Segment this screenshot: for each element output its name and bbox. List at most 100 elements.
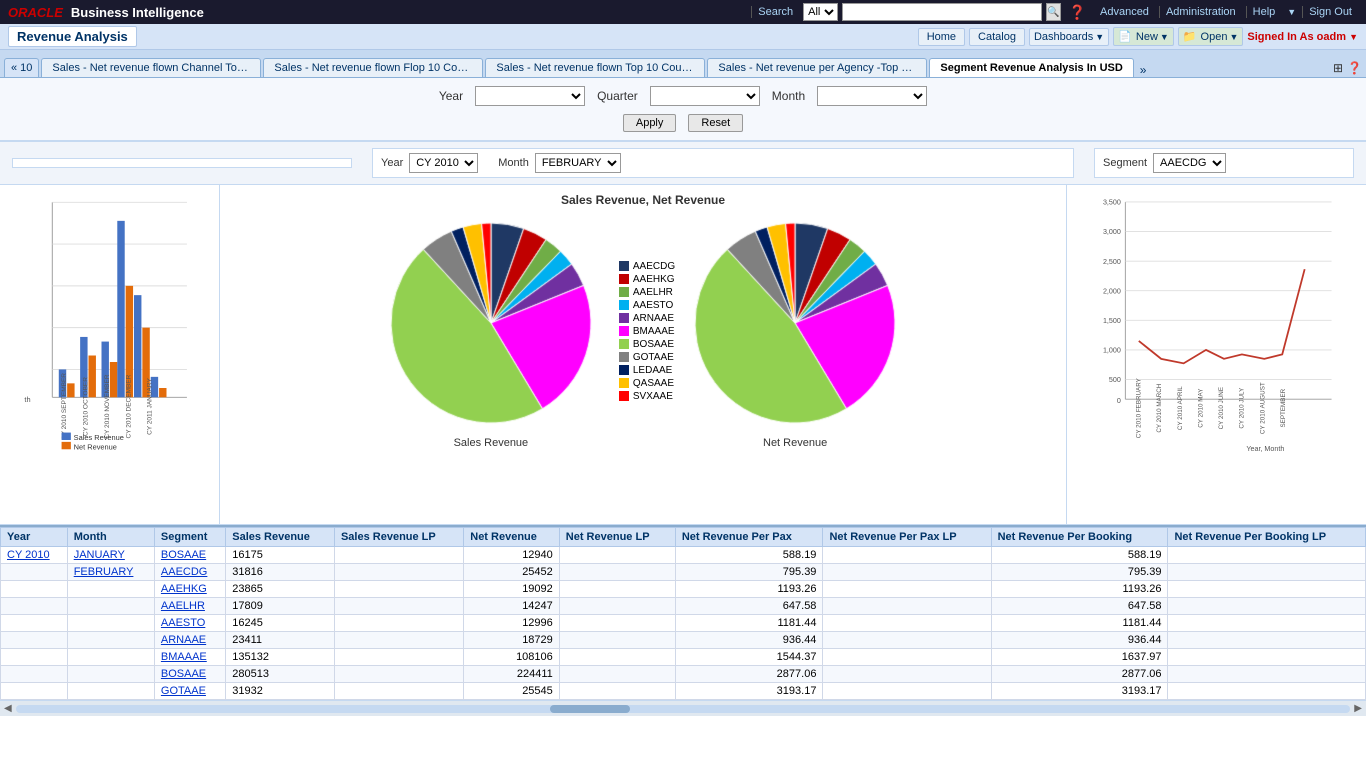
top-header: ORACLE Business Intelligence Search All … — [0, 0, 1366, 24]
table-cell — [1168, 649, 1366, 666]
table-cell[interactable]: AAECDG — [154, 564, 225, 581]
table-cell[interactable]: AAELHR — [154, 598, 225, 615]
table-cell[interactable]: BMAAAE — [154, 649, 225, 666]
table-cell[interactable]: ARNAAE — [154, 632, 225, 649]
table-cell[interactable]: AAESTO — [154, 615, 225, 632]
dashboards-dropdown[interactable]: Dashboards ▼ — [1029, 28, 1109, 46]
legend-color-BMAAAE — [619, 326, 629, 336]
help-icon[interactable]: ❓ — [1065, 4, 1090, 21]
col-sales-rev-lp: Sales Revenue LP — [334, 528, 463, 547]
svg-text:500: 500 — [1109, 376, 1121, 384]
tab-agency[interactable]: Sales - Net revenue per Agency -Top 10 R… — [707, 58, 927, 77]
table-cell: 647.58 — [991, 598, 1168, 615]
administration-link[interactable]: Administration — [1159, 6, 1242, 18]
table-cell[interactable] — [1, 581, 68, 598]
new-dropdown[interactable]: 📄 New ▼ — [1113, 27, 1174, 46]
table-cell: 23865 — [226, 581, 335, 598]
quarter-filter-select[interactable] — [650, 86, 760, 106]
col-net-per-pax: Net Revenue Per Pax — [675, 528, 823, 547]
table-icon[interactable]: ⊞ — [1333, 61, 1343, 75]
table-cell[interactable] — [1, 615, 68, 632]
table-cell: 647.58 — [675, 598, 823, 615]
year-sub-select[interactable]: CY 2010 — [409, 153, 478, 173]
legend-AAEHKG: AAEHKG — [619, 274, 675, 285]
left-y-axis-label: th — [24, 395, 30, 404]
table-cell[interactable] — [1, 598, 68, 615]
legend-color-ARNAAE — [619, 313, 629, 323]
bottom-scroll[interactable]: ◀ ▶ — [0, 700, 1366, 716]
table-cell[interactable]: FEBRUARY — [67, 564, 154, 581]
month-sub-select[interactable]: FEBRUARY — [535, 153, 621, 173]
table-cell — [823, 683, 991, 700]
reset-button[interactable]: Reset — [688, 114, 743, 132]
table-cell[interactable] — [67, 632, 154, 649]
nav-bar: Revenue Analysis Home Catalog Dashboards… — [0, 24, 1366, 50]
tab-back[interactable]: « 10 — [4, 58, 39, 77]
col-segment: Segment — [154, 528, 225, 547]
table-cell — [823, 598, 991, 615]
table-cell[interactable]: GOTAAE — [154, 683, 225, 700]
tab-channel[interactable]: Sales - Net revenue flown Channel Top 10 — [41, 58, 261, 77]
svg-text:CY 2010 MAY: CY 2010 MAY — [1197, 388, 1204, 428]
scroll-thumb[interactable] — [550, 705, 630, 713]
table-cell[interactable] — [67, 598, 154, 615]
help-link[interactable]: Help — [1246, 6, 1282, 18]
month-filter-select[interactable] — [817, 86, 927, 106]
scroll-track[interactable] — [16, 705, 1351, 713]
table-cell — [1168, 581, 1366, 598]
table-cell: 224411 — [464, 666, 560, 683]
filter-bar: Year Quarter Month Apply Reset — [0, 78, 1366, 142]
sales-revenue-pie — [381, 213, 601, 433]
table-cell — [1168, 547, 1366, 564]
open-dropdown[interactable]: 📁 Open ▼ — [1178, 27, 1244, 46]
table-cell[interactable] — [1, 666, 68, 683]
table-cell[interactable] — [67, 581, 154, 598]
table-cell — [823, 547, 991, 564]
scroll-left-arrow[interactable]: ◀ — [4, 703, 12, 714]
dashboards-dropdown-arrow: ▼ — [1095, 32, 1104, 42]
catalog-button[interactable]: Catalog — [969, 28, 1025, 46]
table-cell[interactable]: JANUARY — [67, 547, 154, 564]
table-row: FEBRUARYAAECDG3181625452795.39795.39 — [1, 564, 1366, 581]
segment-sub-select[interactable]: AAECDG — [1153, 153, 1226, 173]
legend-color-LEDAAE — [619, 365, 629, 375]
help-tab-icon[interactable]: ❓ — [1347, 61, 1362, 75]
table-cell — [1168, 683, 1366, 700]
table-cell[interactable] — [67, 615, 154, 632]
table-cell[interactable] — [67, 666, 154, 683]
scroll-right-arrow[interactable]: ▶ — [1354, 703, 1362, 714]
legend-BOSAAE: BOSAAE — [619, 339, 675, 350]
sign-out-link[interactable]: Sign Out — [1302, 6, 1358, 18]
table-cell — [559, 598, 675, 615]
apply-button[interactable]: Apply — [623, 114, 677, 132]
table-cell[interactable] — [67, 649, 154, 666]
tab-top-countries[interactable]: Sales - Net revenue flown Top 10 Countri… — [485, 58, 705, 77]
search-all-dropdown[interactable]: All — [803, 3, 838, 21]
col-month: Month — [67, 528, 154, 547]
table-cell[interactable] — [1, 564, 68, 581]
tab-more-icon[interactable]: » — [1140, 63, 1147, 77]
table-cell[interactable] — [1, 683, 68, 700]
advanced-link[interactable]: Advanced — [1094, 6, 1155, 18]
legend-color-SVXAAE — [619, 391, 629, 401]
search-input[interactable] — [842, 3, 1042, 21]
tab-flop[interactable]: Sales - Net revenue flown Flop 10 Countr… — [263, 58, 483, 77]
table-cell[interactable] — [1, 649, 68, 666]
svg-text:CY 2010 MARCH: CY 2010 MARCH — [1156, 383, 1163, 432]
tab-segment[interactable]: Segment Revenue Analysis In USD — [929, 58, 1133, 77]
table-cell[interactable] — [67, 683, 154, 700]
home-button[interactable]: Home — [918, 28, 965, 46]
year-filter-select[interactable] — [475, 86, 585, 106]
center-chart-panel: Sales Revenue, Net Revenue Sales Revenue… — [220, 185, 1066, 524]
table-cell[interactable]: AAEHKG — [154, 581, 225, 598]
table-cell — [559, 632, 675, 649]
table-cell[interactable]: BOSAAE — [154, 547, 225, 564]
search-button[interactable]: 🔍 — [1046, 3, 1060, 21]
table-cell: 1181.44 — [675, 615, 823, 632]
data-table-container[interactable]: Year Month Segment Sales Revenue Sales R… — [0, 525, 1366, 700]
table-cell[interactable]: BOSAAE — [154, 666, 225, 683]
table-cell[interactable] — [1, 632, 68, 649]
table-cell[interactable]: CY 2010 — [1, 547, 68, 564]
table-cell: 2877.06 — [991, 666, 1168, 683]
table-cell: 795.39 — [675, 564, 823, 581]
